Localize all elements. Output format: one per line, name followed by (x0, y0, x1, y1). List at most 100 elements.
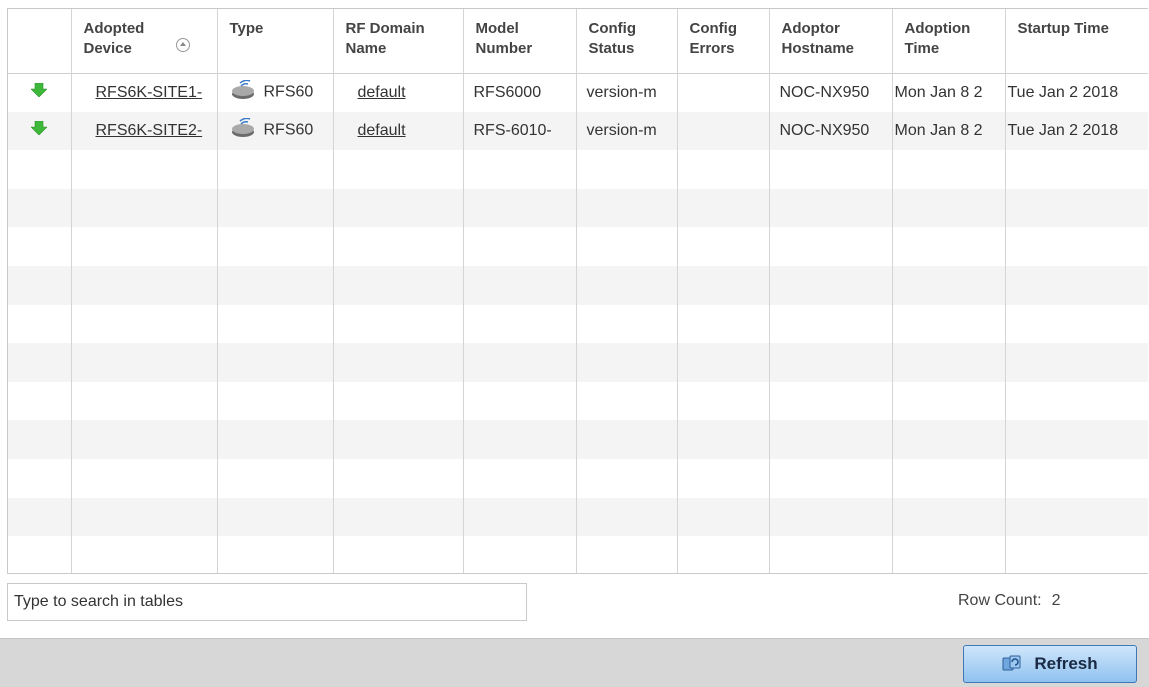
cell-rf-domain (333, 381, 464, 421)
refresh-button[interactable]: Refresh (963, 645, 1137, 683)
cell-adopted-device (71, 188, 218, 228)
cell-status (8, 420, 72, 459)
cell-adopted-device (71, 227, 218, 266)
cell-startup-time (1005, 381, 1148, 421)
cell-config-errors (677, 420, 770, 459)
cell-status (8, 227, 72, 266)
rf-domain-link[interactable]: default (358, 122, 406, 139)
cell-adopted-device (71, 536, 218, 573)
cell-type (217, 188, 334, 228)
cell-model: RFS6000 (463, 73, 577, 112)
cell-config-status (576, 150, 678, 189)
cell-rf-domain (333, 188, 464, 228)
column-header-adoption-time[interactable]: Adoption Time (892, 9, 1006, 73)
cell-adoption-time (892, 188, 1006, 228)
cell-model (463, 381, 577, 421)
column-header-label: RF Domain Name (345, 20, 425, 57)
row-count-value: 2 (1051, 592, 1061, 609)
cell-text: NOC-NX950 (779, 83, 870, 101)
device-type-text: RFS60 (263, 83, 314, 101)
table-body: RFS6K-SITE1- RFS60 default RFS6000 version-m… (8, 73, 1148, 573)
cell-config-errors (677, 188, 770, 228)
table-row (8, 150, 1148, 189)
column-header-type[interactable]: Type (217, 9, 334, 73)
cell-adopted-device (71, 420, 218, 459)
cell-adoptor-hostname (769, 458, 893, 498)
search-input[interactable] (7, 583, 527, 621)
cell-startup-time (1005, 420, 1148, 459)
table-row (8, 265, 1148, 305)
row-count-label: Row Count: (958, 592, 1042, 609)
column-header-label: Adopted Device (83, 20, 145, 57)
table-row[interactable]: RFS6K-SITE1- RFS60 default RFS6000 version-m… (8, 73, 1148, 112)
cell-adoption-time (892, 536, 1006, 573)
cell-startup-time (1005, 265, 1148, 305)
cell-config-status (576, 343, 678, 382)
column-header-label: Config Errors (689, 20, 737, 57)
table-row (8, 420, 1148, 459)
cell-status (8, 265, 72, 305)
cell-status (8, 381, 72, 421)
cell-startup-time (1005, 150, 1148, 189)
cell-type (217, 381, 334, 421)
column-header-startup-time[interactable]: Startup Time (1005, 9, 1148, 73)
column-header-config-errors[interactable]: Config Errors (677, 9, 770, 73)
table-row (8, 343, 1148, 382)
cell-type: RFS60 (217, 111, 334, 151)
rf-domain-link[interactable]: default (358, 84, 406, 101)
cell-adoption-time (892, 227, 1006, 266)
cell-adoption-time: Mon Jan 8 2 (892, 73, 1006, 112)
column-header-label: Config Status (588, 20, 636, 57)
cell-adopted-device (71, 343, 218, 382)
cell-adopted-device (71, 304, 218, 344)
cell-adopted-device: RFS6K-SITE2- (71, 111, 218, 151)
cell-text: Tue Jan 2 2018 (1007, 121, 1119, 139)
cell-config-status (576, 458, 678, 498)
column-header-adopted-device[interactable]: Adopted Device (71, 9, 218, 73)
cell-model (463, 150, 577, 189)
cell-text: version-m (586, 83, 657, 101)
cell-rf-domain (333, 343, 464, 382)
column-header-rf-domain[interactable]: RF Domain Name (333, 9, 464, 73)
cell-adoption-time (892, 497, 1006, 537)
column-header-config-status[interactable]: Config Status (576, 9, 678, 73)
table-row (8, 188, 1148, 228)
refresh-label: Refresh (1034, 654, 1098, 673)
cell-model (463, 458, 577, 498)
column-header-label: Model Number (475, 20, 533, 57)
cell-model (463, 536, 577, 573)
table-row (8, 304, 1148, 344)
cell-rf-domain (333, 265, 464, 305)
cell-model (463, 188, 577, 228)
cell-type (217, 458, 334, 498)
column-header-label: Adoption Time (904, 20, 971, 57)
cell-text: Mon Jan 8 2 (894, 121, 983, 139)
table-row (8, 497, 1148, 537)
cell-startup-time (1005, 304, 1148, 344)
column-header-model[interactable]: Model Number (463, 9, 577, 73)
cell-startup-time (1005, 343, 1148, 382)
table-row[interactable]: RFS6K-SITE2- RFS60 default RFS-6010- version… (8, 111, 1148, 151)
cell-adoptor-hostname (769, 381, 893, 421)
cell-adoptor-hostname (769, 265, 893, 305)
column-header-status[interactable] (8, 9, 72, 73)
column-header-adoptor-hostname[interactable]: Adoptor Hostname (769, 9, 893, 73)
cell-adoption-time: Mon Jan 8 2 (892, 111, 1006, 151)
cell-status (8, 150, 72, 189)
cell-adopted-device (71, 265, 218, 305)
sort-ascending-icon[interactable] (175, 38, 190, 53)
cell-startup-time (1005, 458, 1148, 498)
device-link[interactable]: RFS6K-SITE1- (96, 84, 203, 101)
cell-rf-domain (333, 227, 464, 266)
device-type-text: RFS60 (263, 122, 314, 140)
cell-status (8, 458, 72, 498)
cell-model (463, 227, 577, 266)
device-link[interactable]: RFS6K-SITE2- (96, 122, 203, 139)
cell-text: RFS6000 (473, 83, 542, 101)
cell-type (217, 497, 334, 537)
cell-config-errors (677, 497, 770, 537)
cell-text: Tue Jan 2 2018 (1007, 83, 1119, 101)
cell-adopted-device: RFS6K-SITE1- (71, 73, 218, 112)
cell-config-errors (677, 381, 770, 421)
controller-device-icon (230, 117, 256, 143)
